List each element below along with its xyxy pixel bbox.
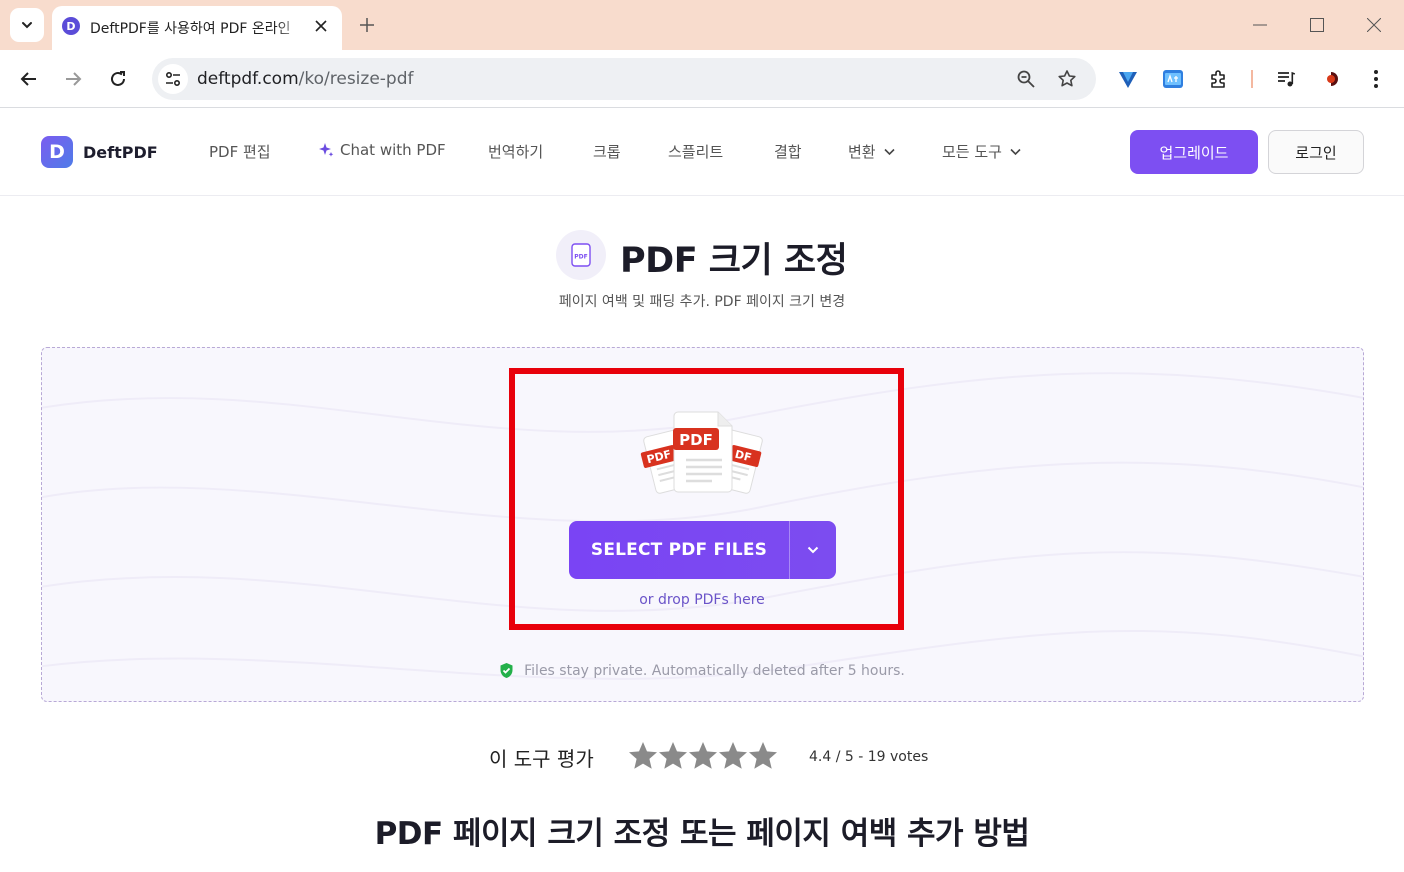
chevron-down-icon <box>807 546 819 554</box>
tab-title: DeftPDF를 사용하여 PDF 온라인 <box>90 21 291 37</box>
extensions-button[interactable] <box>1203 63 1235 95</box>
page-subtitle: 페이지 여백 및 패딩 추가. PDF 페이지 크기 변경 <box>558 294 846 310</box>
star-icon[interactable] <box>748 740 778 772</box>
url-text: deftpdf.com/ko/resize-pdf <box>197 69 414 89</box>
upload-source-dropdown-button[interactable] <box>790 521 836 579</box>
site-info-button[interactable] <box>158 64 188 94</box>
new-tab-button[interactable] <box>352 10 382 40</box>
nav-edit-pdf[interactable]: PDF 편집 <box>209 141 271 162</box>
select-pdf-files-button[interactable]: SELECT PDF FILES <box>569 521 836 579</box>
chevron-down-icon <box>884 148 895 155</box>
nav-crop[interactable]: 크롭 <box>593 141 621 162</box>
sparkle-icon <box>319 143 334 157</box>
howto-heading: PDF 페이지 크기 조정 또는 페이지 여백 추가 방법 <box>374 816 1030 852</box>
nav-split[interactable]: 스플리트 <box>668 141 723 162</box>
nav-all-tools[interactable]: 모든 도구 <box>942 141 1021 162</box>
v-extension-icon <box>1119 72 1137 88</box>
arrow-right-icon <box>66 72 82 86</box>
maximize-icon <box>1310 18 1324 32</box>
nav-convert-label: 변환 <box>848 143 876 161</box>
resize-pdf-tool-icon: PDF <box>556 230 606 280</box>
brand-logo-link[interactable]: D DeftPDF <box>41 136 158 168</box>
title-icon-text: PDF <box>574 254 587 261</box>
brand-name: DeftPDF <box>83 142 158 162</box>
media-controls-button[interactable] <box>1270 63 1302 95</box>
page-title: PDF 크기 조정 <box>620 241 848 281</box>
nav-chat-with-pdf[interactable]: Chat with PDF <box>318 141 446 159</box>
nav-translate[interactable]: 번역하기 <box>488 141 543 162</box>
nav-all-tools-label: 모든 도구 <box>942 143 1002 161</box>
privacy-text: Files stay private. Automatically delete… <box>524 662 905 679</box>
url-host: deftpdf.com <box>197 69 299 89</box>
puzzle-icon <box>1211 70 1225 88</box>
zoom-button[interactable] <box>1011 64 1041 94</box>
more-vertical-icon <box>1374 70 1378 88</box>
minimize-icon <box>1253 24 1267 26</box>
back-button[interactable] <box>12 62 46 96</box>
profile-button[interactable] <box>1315 63 1347 95</box>
illustration-label-front: PDF <box>679 431 713 449</box>
extension-translate-button[interactable] <box>1157 63 1189 95</box>
toolbar-separator <box>1251 70 1253 88</box>
browser-tab[interactable]: D DeftPDF를 사용하여 PDF 온라인 <box>52 6 342 50</box>
shield-check-icon <box>500 663 513 678</box>
star-icon[interactable] <box>688 740 718 772</box>
site-header: D DeftPDF PDF 편집 Chat with PDF 번역하기 크롭 스… <box>0 109 1404 196</box>
rating-score: 4.4 / 5 - 19 votes <box>809 749 929 765</box>
star-icon[interactable] <box>628 740 658 772</box>
bookmark-button[interactable] <box>1052 64 1082 94</box>
drop-hint: or drop PDFs here <box>639 592 765 608</box>
tune-icon <box>165 71 181 87</box>
rating-stars[interactable] <box>628 740 778 772</box>
plus-icon <box>360 18 374 32</box>
nav-chat-label: Chat with PDF <box>340 141 446 159</box>
address-bar[interactable]: deftpdf.com/ko/resize-pdf <box>152 58 1096 100</box>
login-button[interactable]: 로그인 <box>1268 130 1364 174</box>
arrow-left-icon <box>20 72 36 86</box>
tab-close-button[interactable] <box>310 15 332 37</box>
deftpdf-logo-icon: D <box>41 136 73 168</box>
nav-convert[interactable]: 변환 <box>848 141 895 162</box>
deftpdf-favicon-icon: D <box>62 17 80 35</box>
reload-button[interactable] <box>101 62 135 96</box>
privacy-note: Files stay private. Automatically delete… <box>0 662 1404 679</box>
minimize-button[interactable] <box>1240 8 1280 42</box>
close-icon <box>315 20 327 32</box>
select-pdf-files-label: SELECT PDF FILES <box>590 540 768 560</box>
browser-toolbar: deftpdf.com/ko/resize-pdf <box>0 50 1404 108</box>
star-outline-icon <box>1058 70 1076 87</box>
close-icon <box>1367 18 1381 32</box>
chevron-down-icon <box>1010 148 1021 155</box>
tab-search-button[interactable] <box>10 8 44 42</box>
rating-label: 이 도구 평가 <box>489 747 594 771</box>
translate-extension-icon <box>1163 70 1183 88</box>
nav-merge[interactable]: 결합 <box>774 141 802 162</box>
forward-button[interactable] <box>56 62 90 96</box>
browser-menu-button[interactable] <box>1360 63 1392 95</box>
star-icon[interactable] <box>718 740 748 772</box>
playlist-music-icon <box>1278 71 1296 87</box>
reload-icon <box>111 71 125 86</box>
browser-tabstrip: D DeftPDF를 사용하여 PDF 온라인 <box>0 0 1404 50</box>
url-path: /ko/resize-pdf <box>298 69 414 89</box>
pdf-files-illustration: PDF DF PDF <box>636 404 770 508</box>
magnifier-icon <box>1017 70 1035 88</box>
star-icon[interactable] <box>658 740 688 772</box>
chevron-down-icon <box>22 22 32 29</box>
maximize-button[interactable] <box>1297 8 1337 42</box>
window-close-button[interactable] <box>1354 8 1394 42</box>
upgrade-button[interactable]: 업그레이드 <box>1130 130 1258 174</box>
extension-v-button[interactable] <box>1112 63 1144 95</box>
avatar-icon <box>1323 71 1339 87</box>
